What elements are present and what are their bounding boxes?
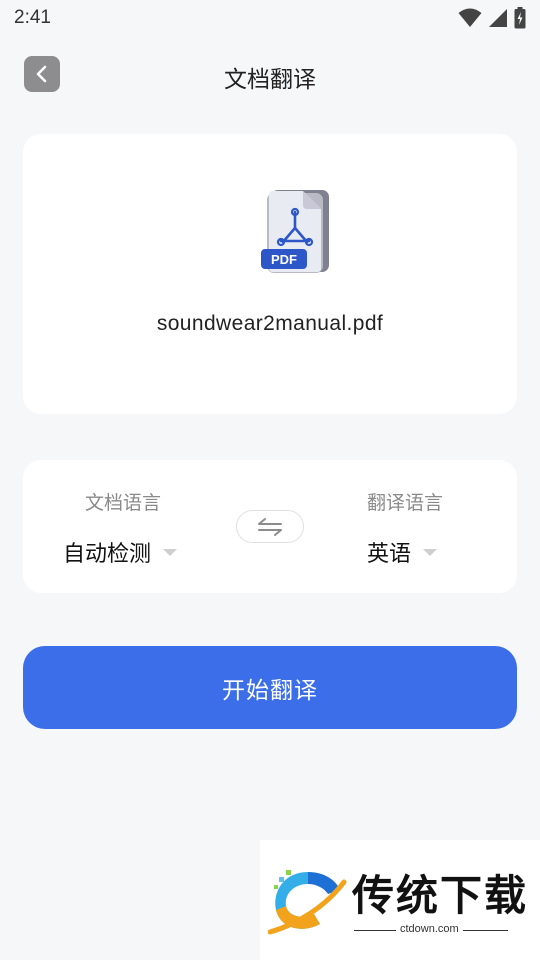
start-translation-button[interactable]: 开始翻译 bbox=[23, 646, 517, 729]
status-bar: 2:41 bbox=[0, 0, 540, 36]
wifi-icon bbox=[458, 8, 482, 27]
target-language-label: 翻译语言 bbox=[367, 492, 444, 514]
watermark-domain: ctdown.com bbox=[396, 923, 463, 935]
target-language-selector[interactable]: 英语 bbox=[367, 536, 438, 568]
header: 文档翻译 bbox=[0, 48, 540, 100]
source-language-value: 自动检测 bbox=[63, 542, 152, 567]
source-language-label: 文档语言 bbox=[85, 492, 162, 514]
caret-down-icon bbox=[163, 548, 178, 556]
file-name: soundwear2manual.pdf bbox=[156, 312, 384, 335]
target-language-value: 英语 bbox=[367, 542, 412, 567]
status-icons bbox=[458, 7, 526, 29]
swap-languages-button[interactable] bbox=[236, 510, 304, 543]
cellular-signal-icon bbox=[489, 9, 507, 27]
source-language-selector[interactable]: 自动检测 bbox=[63, 536, 178, 568]
battery-charging-icon bbox=[514, 7, 526, 29]
language-card: 文档语言 自动检测 翻译语言 英语 bbox=[23, 460, 517, 593]
page-title: 文档翻译 bbox=[224, 67, 316, 93]
ctdown-logo-icon bbox=[268, 870, 347, 935]
status-time: 2:41 bbox=[14, 7, 51, 28]
watermark-brand: 传统下载 bbox=[352, 871, 529, 920]
caret-down-icon bbox=[423, 548, 438, 556]
file-card: PDF soundwear2manual.pdf bbox=[23, 134, 517, 414]
pdf-file-icon: PDF bbox=[261, 190, 329, 273]
swap-arrows-icon bbox=[258, 517, 282, 536]
pdf-badge: PDF bbox=[271, 252, 297, 267]
watermark: 传统下载 ctdown.com bbox=[260, 840, 540, 960]
